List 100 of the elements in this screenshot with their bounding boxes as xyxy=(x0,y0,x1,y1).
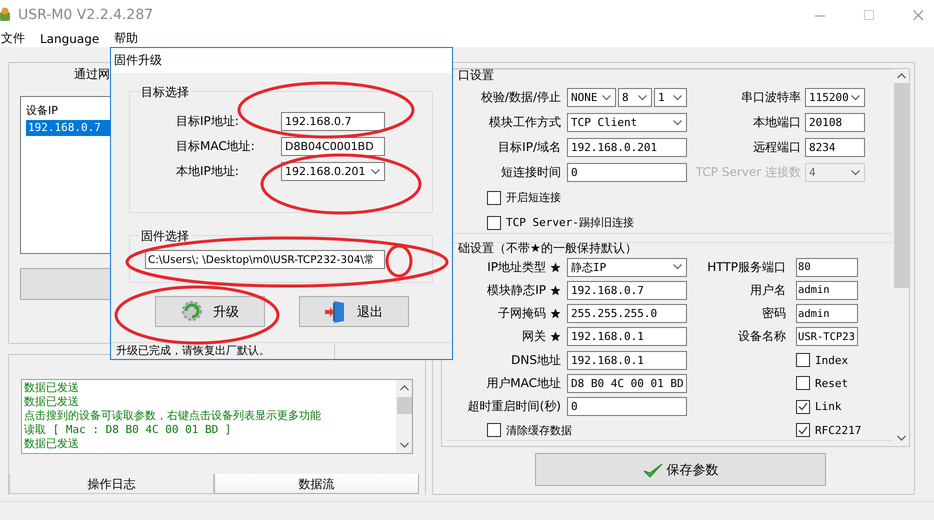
field-label: 短连接时间 xyxy=(501,164,561,181)
log-line: 数据已发送 xyxy=(24,380,80,395)
menu-item[interactable]: 帮助 xyxy=(113,30,140,47)
input-field[interactable]: USR-TCP23 xyxy=(796,327,858,346)
input-field[interactable]: 0 xyxy=(567,397,687,416)
field-label: 目标IP地址: xyxy=(176,113,240,130)
star-icon xyxy=(550,262,561,272)
log-line: 点击搜到的设备可读取参数，右键点击设备列表显示更多功能 xyxy=(24,408,322,424)
checkbox-label: TCP Server-踢掉旧连接 xyxy=(506,215,634,230)
window-title: USR-M0 V2.2.4.287 xyxy=(18,7,154,23)
tab[interactable]: 操作日志 xyxy=(9,474,214,494)
caret-icon xyxy=(638,94,647,100)
input-field[interactable]: 192.168.0.7 xyxy=(281,112,385,131)
checkbox[interactable] xyxy=(487,216,501,230)
gear-icon xyxy=(181,300,203,324)
star-icon xyxy=(550,284,561,296)
scroll-thumb[interactable] xyxy=(396,396,412,414)
checkbox[interactable] xyxy=(796,353,810,368)
input-field[interactable]: 0 xyxy=(567,163,687,182)
app-icon xyxy=(0,7,12,23)
check-icon xyxy=(642,462,662,478)
input-field[interactable]: 192.168.0.1 xyxy=(567,327,687,346)
scroll-up-icon xyxy=(400,384,408,391)
checkbox[interactable] xyxy=(796,423,810,438)
caret-icon xyxy=(602,94,611,100)
input-field[interactable]: admin xyxy=(796,304,858,324)
field-label: 模块静态IP xyxy=(487,282,546,299)
dialog-button[interactable]: 升级 xyxy=(155,296,265,327)
input-field[interactable]: 192.168.0.7 xyxy=(567,280,687,300)
scroll-up-icon xyxy=(896,73,906,79)
close-icon[interactable] xyxy=(913,10,924,20)
scrollbar[interactable] xyxy=(396,380,412,453)
input-field[interactable]: 20108 xyxy=(805,113,865,132)
file-path-field[interactable]: C:\Users\; \Desktop\m0\USR-TCP232-304\常 xyxy=(145,250,385,269)
door-exit-icon xyxy=(325,300,347,324)
menu-item[interactable]: Language xyxy=(39,32,100,46)
dropdown[interactable]: 8 xyxy=(618,88,652,107)
input-field[interactable]: 192.168.0.201 xyxy=(567,138,687,157)
field-label: 模块工作方式 xyxy=(489,114,561,131)
field-label: 本地IP地址: xyxy=(176,163,240,180)
field-label: HTTP服务端口 xyxy=(707,258,786,276)
caret-icon xyxy=(673,120,682,126)
caret-icon xyxy=(673,264,682,270)
save-button[interactable]: 保存参数 xyxy=(535,453,826,486)
log-line: 数据已发送 xyxy=(24,394,80,409)
section-title: 础设置（不带★的一般保持默认） xyxy=(457,242,638,254)
section-title: 口设置 xyxy=(457,69,495,81)
log-line: 读取 [ Mac : D8 B0 4C 00 01 BD ] xyxy=(24,423,232,438)
checkbox-label: 清除缓存数据 xyxy=(506,422,572,438)
dropdown[interactable]: 192.168.0.201 xyxy=(281,162,385,181)
input-field[interactable]: 192.168.0.1 xyxy=(567,350,687,370)
check-icon xyxy=(798,402,808,412)
caret-icon xyxy=(673,94,682,100)
caret-icon xyxy=(851,170,860,176)
dropdown[interactable]: 115200 xyxy=(805,88,865,107)
checkbox-label: Index xyxy=(815,354,848,367)
checkbox-label: RFC2217 xyxy=(815,424,862,437)
input-field[interactable]: 8234 xyxy=(805,138,865,157)
checkbox[interactable] xyxy=(796,376,810,390)
field-label: 子网掩码 xyxy=(498,305,546,322)
caret-icon xyxy=(371,168,380,174)
dialog-button[interactable]: 退出 xyxy=(299,296,409,327)
caret-icon xyxy=(851,94,860,100)
checkbox[interactable] xyxy=(487,423,501,438)
column-header: 设备IP xyxy=(26,103,59,119)
input-field[interactable]: D8B04C0001BD xyxy=(281,137,385,156)
scroll-thumb[interactable] xyxy=(894,83,908,288)
checkbox[interactable] xyxy=(487,190,501,204)
input-field[interactable]: admin xyxy=(796,280,858,300)
input-field[interactable]: 255.255.255.0 xyxy=(567,304,687,324)
dropdown[interactable]: TCP Client xyxy=(567,113,687,132)
star-icon xyxy=(550,308,561,320)
field-label: TCP Server 连接数 xyxy=(696,164,801,181)
group-title: 固件选择 xyxy=(139,228,191,245)
checkbox-label: Link xyxy=(815,400,842,414)
tab[interactable]: 数据流 xyxy=(214,474,419,494)
check-icon xyxy=(798,426,808,435)
field-label: 目标MAC地址: xyxy=(176,138,256,155)
group-title: 目标选择 xyxy=(139,84,191,101)
field-label: 串口波特率 xyxy=(741,89,801,106)
scroll-down-icon xyxy=(896,435,906,441)
field-label: 用户MAC地址 xyxy=(486,374,561,392)
checkbox-label: 开启短连接 xyxy=(506,190,561,205)
field-label: 目标IP/域名 xyxy=(498,139,561,156)
field-label: 设备名称 xyxy=(738,328,786,346)
panel-title: 通过网 xyxy=(73,66,111,83)
menu-item[interactable]: 文件 xyxy=(0,30,26,47)
field-label: 网关 xyxy=(522,328,546,346)
dropdown[interactable]: NONE xyxy=(567,88,616,107)
field-label: 远程端口 xyxy=(753,139,801,156)
input-field[interactable]: 80 xyxy=(796,258,858,276)
input-field[interactable]: D8 B0 4C 00 01 BD xyxy=(567,374,687,393)
scroll-down-icon xyxy=(400,442,408,448)
checkbox[interactable] xyxy=(796,400,810,414)
dropdown[interactable]: 1 xyxy=(654,88,687,107)
field-label: 超时重启时间(秒) xyxy=(468,398,561,416)
field-label: 密码 xyxy=(762,305,786,322)
dropdown[interactable]: 静态IP xyxy=(567,258,687,276)
checkbox-label: Reset xyxy=(815,376,848,390)
star-icon xyxy=(550,331,561,342)
